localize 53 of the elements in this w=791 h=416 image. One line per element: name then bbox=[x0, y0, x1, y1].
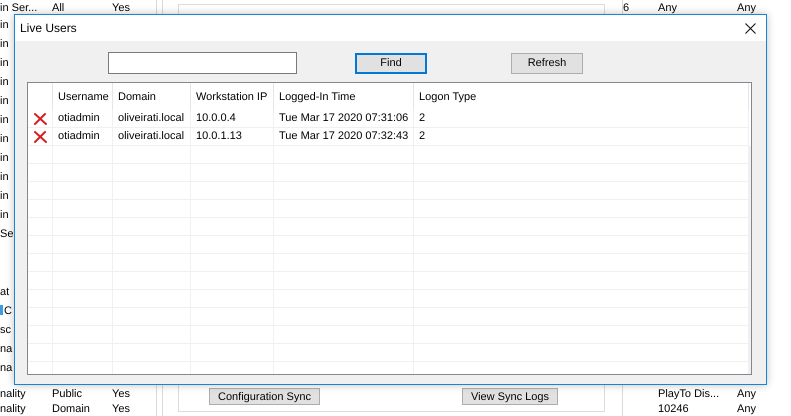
list-cell: in bbox=[0, 18, 9, 30]
list-cell: in bbox=[0, 208, 9, 220]
list-cell: Public bbox=[52, 388, 82, 400]
list-cell: sc bbox=[0, 324, 11, 336]
list-cell: Any bbox=[737, 402, 756, 414]
table-cell: otiadmin bbox=[53, 110, 113, 128]
list-cell: in bbox=[0, 94, 9, 106]
table-cell: 10.0.0.4 bbox=[191, 110, 274, 128]
list-cell: Yes bbox=[112, 2, 130, 14]
sync-button[interactable]: Configuration Sync bbox=[209, 388, 320, 405]
list-cell: in Ser... bbox=[0, 2, 38, 14]
table-cell: Tue Mar 17 2020 07:31:06 bbox=[274, 110, 414, 128]
cross-icon bbox=[34, 112, 46, 124]
list-cell: C bbox=[4, 304, 12, 316]
close-icon[interactable] bbox=[745, 22, 756, 34]
list-cell: in bbox=[0, 190, 9, 202]
table-cell: Tue Mar 17 2020 07:32:43 bbox=[274, 128, 414, 146]
list-cell: nality bbox=[0, 402, 26, 414]
list-cell: in bbox=[0, 76, 9, 88]
list-cell: Yes bbox=[112, 402, 130, 414]
list-cell: Any bbox=[658, 2, 677, 14]
table-cell: oliveirati.local bbox=[113, 110, 191, 128]
table-cell: 2 bbox=[414, 110, 749, 128]
list-cell: Any bbox=[737, 2, 756, 14]
cross-icon bbox=[34, 130, 46, 142]
list-cell: in bbox=[0, 56, 9, 68]
list-cell: Se bbox=[0, 228, 14, 240]
window-title: Live Users bbox=[20, 21, 77, 35]
table-cell: 10.0.1.13 bbox=[191, 128, 274, 146]
table-cell: 2 bbox=[414, 128, 749, 146]
list-cell: in bbox=[0, 114, 9, 126]
sync-button[interactable]: View Sync Logs bbox=[462, 388, 558, 405]
list-cell: nality bbox=[0, 388, 26, 400]
list-cell: in bbox=[0, 132, 9, 144]
list-cell: Domain bbox=[52, 402, 90, 414]
table-cell: oliveirati.local bbox=[113, 128, 191, 146]
list-cell: PlayTo Dis... bbox=[658, 388, 720, 400]
list-cell: 10246 bbox=[658, 402, 689, 414]
list-cell: in bbox=[0, 170, 9, 182]
find-button[interactable]: Find bbox=[355, 52, 427, 74]
list-cell: na bbox=[0, 342, 12, 354]
search-field[interactable] bbox=[108, 52, 297, 74]
list-cell: Yes bbox=[112, 388, 130, 400]
list-cell: 6 bbox=[623, 2, 630, 14]
list-cell: in bbox=[0, 38, 9, 50]
list-cell: na bbox=[0, 362, 12, 374]
list-cell: Any bbox=[737, 388, 756, 400]
item-icon bbox=[0, 304, 3, 314]
refresh-button[interactable]: Refresh bbox=[511, 52, 583, 74]
list-cell: All bbox=[52, 2, 64, 14]
table-cell: otiadmin bbox=[53, 128, 113, 146]
list-cell: at bbox=[0, 286, 10, 298]
list-cell: in bbox=[0, 152, 9, 164]
